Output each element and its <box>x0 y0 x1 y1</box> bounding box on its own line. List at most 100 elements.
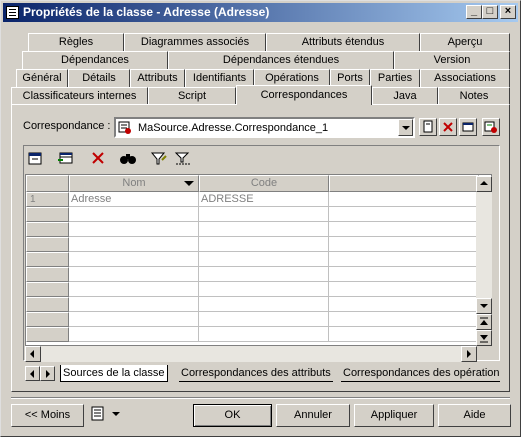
row-header[interactable] <box>26 222 69 237</box>
scroll-bottom-icon[interactable] <box>476 330 492 346</box>
grid-cell[interactable] <box>199 312 329 327</box>
grid-cell[interactable] <box>199 252 329 267</box>
tab-script[interactable]: Script <box>148 87 236 105</box>
tab-attributs[interactable]: Attributs <box>130 69 185 87</box>
grid-horizontal-scrollbar[interactable] <box>25 346 477 362</box>
grid-cell[interactable] <box>69 252 199 267</box>
grid-cell[interactable] <box>329 252 479 267</box>
grid-cell[interactable] <box>329 207 479 222</box>
grid-cell[interactable] <box>329 327 479 342</box>
grid-vertical-scrollbar[interactable] <box>476 176 492 346</box>
grid-cell[interactable] <box>199 282 329 297</box>
mapping-properties-button[interactable] <box>459 118 477 136</box>
row-header[interactable] <box>26 267 69 282</box>
column-header-empty <box>329 175 479 192</box>
grid-cell[interactable] <box>69 237 199 252</box>
tab-classificateurs-internes[interactable]: Classificateurs internes <box>11 87 148 105</box>
grid-cell[interactable] <box>199 297 329 312</box>
tab-associations[interactable]: Associations <box>420 69 510 87</box>
cell-empty[interactable] <box>329 192 479 207</box>
row-header[interactable] <box>26 282 69 297</box>
grid-cell[interactable] <box>69 267 199 282</box>
grid-cell[interactable] <box>199 267 329 282</box>
mapping-select[interactable]: MaSource.Adresse.Correspondance_1 <box>114 117 415 138</box>
subtab-correspondances-des-operations[interactable]: Correspondances des opération <box>341 365 500 382</box>
grid-cell[interactable] <box>69 327 199 342</box>
tab-apercu[interactable]: Aperçu <box>420 33 510 51</box>
grid-cell[interactable] <box>329 282 479 297</box>
grid-cell[interactable] <box>329 297 479 312</box>
scroll-top-icon[interactable] <box>476 314 492 330</box>
less-button[interactable]: << Moins <box>11 404 84 427</box>
tab-java[interactable]: Java <box>372 87 438 105</box>
tab-notes[interactable]: Notes <box>438 87 510 105</box>
tab-dependances-etendues[interactable]: Dépendances étendues <box>168 51 394 69</box>
close-button[interactable]: × <box>500 5 516 19</box>
grid-cell[interactable] <box>329 222 479 237</box>
row-header[interactable] <box>26 237 69 252</box>
scroll-down-icon[interactable] <box>476 298 492 314</box>
delete-mapping-button[interactable] <box>439 118 457 136</box>
tab-general[interactable]: Général <box>16 69 68 87</box>
delete-icon[interactable] <box>89 150 107 167</box>
scroll-left-icon[interactable] <box>25 346 41 362</box>
help-button[interactable]: Aide <box>438 404 511 427</box>
tab-attributs-etendus[interactable]: Attributs étendus <box>266 33 420 51</box>
apply-button[interactable]: Appliquer <box>354 404 434 427</box>
scroll-right-icon[interactable] <box>461 346 477 362</box>
grid-cell[interactable] <box>329 267 479 282</box>
grid-cell[interactable] <box>69 297 199 312</box>
filter-icon[interactable] <box>150 150 168 167</box>
grid-cell[interactable] <box>329 312 479 327</box>
add-row-icon[interactable] <box>57 150 75 167</box>
row-header[interactable] <box>26 327 69 342</box>
row-header[interactable] <box>26 252 69 267</box>
properties-icon[interactable] <box>27 150 45 167</box>
row-header[interactable] <box>26 312 69 327</box>
grid-cell[interactable] <box>69 207 199 222</box>
filter-settings-icon[interactable] <box>174 150 192 167</box>
grid-cell[interactable] <box>199 237 329 252</box>
tab-diagrammes-associes[interactable]: Diagrammes associés <box>124 33 266 51</box>
column-header-code[interactable]: Code <box>199 175 329 192</box>
tab-version[interactable]: Version <box>394 51 510 69</box>
row-header[interactable] <box>26 297 69 312</box>
tab-scroll-left-icon[interactable] <box>25 366 40 381</box>
cell-nom[interactable]: Adresse <box>69 192 199 207</box>
details-menu-button[interactable] <box>89 404 125 427</box>
grid-cell[interactable] <box>329 237 479 252</box>
mapping-tool-button[interactable] <box>482 118 500 136</box>
mapping-grid: Nom Code 1 Adresse ADRESSE <box>25 174 492 346</box>
properties-icon <box>462 122 474 132</box>
title-bar[interactable]: Propriétés de la classe - Adresse (Adres… <box>3 3 518 22</box>
subtab-correspondances-des-attributs[interactable]: Correspondances des attributs <box>179 365 333 382</box>
grid-cell[interactable] <box>199 327 329 342</box>
maximize-button[interactable]: □ <box>482 5 498 19</box>
grid-cell[interactable] <box>69 222 199 237</box>
ok-button[interactable]: OK <box>193 404 272 427</box>
row-header[interactable] <box>26 207 69 222</box>
tab-regles[interactable]: Règles <box>28 33 124 51</box>
scroll-up-icon[interactable] <box>476 176 492 192</box>
tab-dependances[interactable]: Dépendances <box>22 51 168 69</box>
grid-cell[interactable] <box>69 282 199 297</box>
delete-icon <box>443 122 453 132</box>
cancel-button[interactable]: Annuler <box>276 404 350 427</box>
chevron-down-icon[interactable] <box>398 119 413 136</box>
find-icon[interactable] <box>119 150 137 167</box>
grid-cell[interactable] <box>199 222 329 237</box>
row-header[interactable]: 1 <box>26 192 69 207</box>
tab-scroll-right-icon[interactable] <box>40 366 55 381</box>
tab-correspondances[interactable]: Correspondances <box>236 85 372 105</box>
subtab-sources-de-la-classe[interactable]: Sources de la classe <box>60 365 168 382</box>
column-header-nom[interactable]: Nom <box>69 175 199 192</box>
tab-details[interactable]: Détails <box>68 69 130 87</box>
close-icon: × <box>504 5 512 17</box>
cell-code[interactable]: ADRESSE <box>199 192 329 207</box>
minimize-button[interactable]: _ <box>466 5 482 19</box>
grid-cell[interactable] <box>69 312 199 327</box>
new-mapping-button[interactable] <box>419 118 437 136</box>
tab-parties[interactable]: Parties <box>370 69 420 87</box>
window-menu-icon[interactable] <box>6 6 19 19</box>
grid-cell[interactable] <box>199 207 329 222</box>
